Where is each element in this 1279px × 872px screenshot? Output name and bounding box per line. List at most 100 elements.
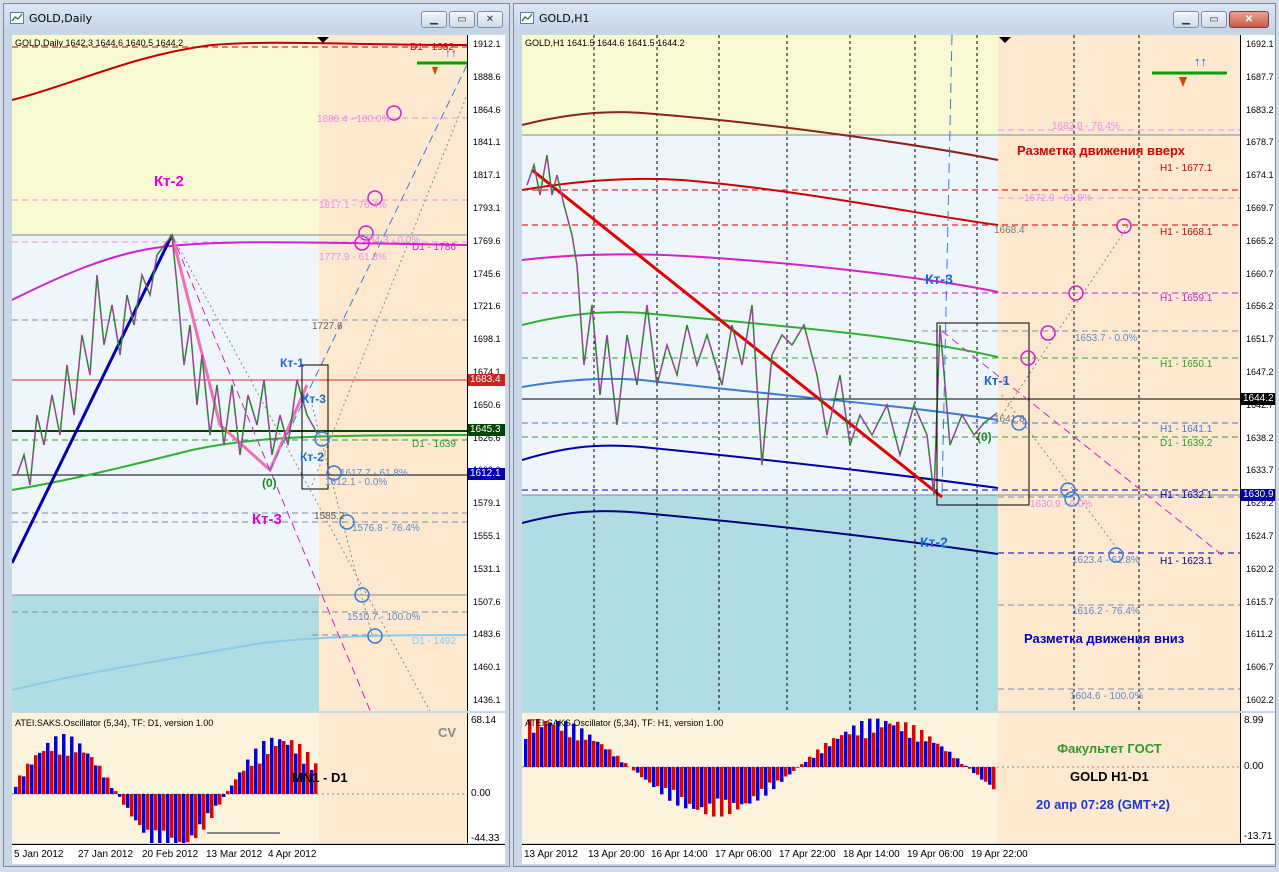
price-chart-h1[interactable]: ↑↑ GOLD,H1 1641.5 1644.6 1641.5 1644.2 1… [522,35,1240,711]
oscillator-bar [944,751,948,767]
oscillator-bar [760,767,764,789]
oscillator-bar [992,767,996,790]
fib-1777: 1777.9 - 61.8% [319,252,387,263]
oscillator-bar [972,767,976,774]
oscillator-bar [202,794,206,830]
oscillator-cv: CV [438,725,457,740]
oscillator-bar [70,736,74,794]
oscillator-bar [668,767,672,801]
oscillator-bar [928,736,932,767]
oscillator-bar [18,775,22,794]
oscillator-bar [258,763,262,794]
oscillator-bar [624,763,628,767]
oscillator-bar [126,794,130,808]
oscillator-bar [266,754,270,794]
oscillator-bar [784,767,788,777]
oscillator-bar [916,741,920,767]
oscillator-bar [114,791,118,794]
oscillator-bar [206,794,210,814]
chart-window-gold-daily[interactable]: GOLD,Daily ▁ ▭ ✕ ↑↑ GOLD,Daily 1642.3 16… [3,3,510,867]
price-tick: 1436.1 [473,695,501,705]
oscillator-bar [254,748,258,794]
oscillator-bar [708,767,712,804]
oscillator-axis-h1: 8.99 0.00 -13.71 [1240,713,1275,843]
oscillator-bar [50,750,54,794]
price-axis-daily[interactable]: 1912.1 1888.6 1864.6 1841.1 1817.1 1793.1 1769… [467,35,505,711]
oscillator-daily[interactable]: ATEI.SAKS.Oscillator (5,34), TF: D1, ver… [12,713,467,843]
oscillator-bar [552,725,556,767]
down-movement-title: Разметка движения вниз [1024,631,1185,646]
fib-1623: 1623.4 - 61.8% [1072,555,1140,566]
fib-1784: 1784.3 - 0.0% [358,235,421,246]
oscillator-bar [768,767,772,783]
fib-1880: 1880.4 - 100.0% [317,114,391,125]
oscillator-bar [66,755,70,794]
oscillator-bar [680,767,684,797]
oscillator-bar [844,731,848,767]
oscillator-bar [118,794,122,797]
oscillator-bar [82,752,86,794]
price-tag-1612: 1612.1 [468,468,505,480]
minimize-button[interactable]: ▁ [421,11,447,28]
window-title: GOLD,Daily [29,11,93,25]
oscillator-bar [684,767,688,809]
maximize-button[interactable]: ▭ [1201,11,1227,28]
minimize-button[interactable]: ▁ [1173,11,1199,28]
osc-tick-bottom: -13.71 [1244,831,1273,842]
mark-kt2: Кт-2 [154,173,184,190]
close-icon: ✕ [1244,13,1254,25]
price-tick: 1683.2 [1246,104,1274,115]
oscillator-bar [940,746,944,767]
date-tick: 16 Apr 14:00 [651,849,708,860]
close-button[interactable]: ✕ [1229,11,1269,28]
level-h1-1659: H1 - 1659.1 [1160,293,1213,304]
oscillator-bar [728,767,732,815]
level-d1-1492: D1 - 1492 [412,636,456,647]
oscillator-bar [696,767,700,810]
date-tick: 5 Jan 2012 [14,849,64,860]
oscillator-bar [676,767,680,806]
oscillator-bar [788,767,792,775]
oscillator-bar [836,738,840,767]
level-1641: 1641.8 [994,414,1025,425]
oscillator-h1[interactable]: ATEI.SAKS.Oscillator (5,34), TF: H1, ver… [522,713,1240,843]
oscillator-bar [648,767,652,783]
level-d1-1639: D1 - 1639 [412,439,456,450]
price-axis-h1[interactable]: 1692.1 1687.7 1683.2 1678.7 1674.1 1669.7 1665… [1240,35,1275,711]
oscillator-bar [908,737,912,767]
date-axis-h1: 13 Apr 2012 13 Apr 20:00 16 Apr 14:00 17… [522,844,1275,864]
oscillator-daily-canvas [12,713,467,843]
osc-tick-zero: 0.00 [1244,761,1264,772]
oscillator-bar [744,767,748,804]
maximize-icon: ▭ [457,13,467,25]
chart-window-gold-h1[interactable]: GOLD,H1 ▁ ▭ ✕ ↑↑ GOLD,H1 1641.5 1644.6 1… [513,3,1276,867]
date-tick: 13 Mar 2012 [206,849,263,860]
minimize-icon: ▁ [1182,13,1190,25]
oscillator-bar [234,779,238,794]
daily-chart-canvas: ↑↑ [12,35,467,711]
level-1585: 1585.2 [314,511,345,522]
price-tick: 1638.2 [1246,432,1274,443]
oscillator-bar [796,767,800,768]
close-button[interactable]: ✕ [477,11,503,28]
price-tick: 1665.2 [1246,235,1274,246]
price-chart-daily[interactable]: ↑↑ GOLD,Daily 1642.3 1644.6 1640.5 1644.… [12,35,467,711]
oscillator-bar [560,730,564,767]
oscillator-bar [960,763,964,767]
window-titlebar[interactable]: GOLD,Daily ▁ ▭ ✕ [4,4,509,32]
maximize-button[interactable]: ▭ [449,11,475,28]
oscillator-bar [142,794,146,833]
oscillator-bar [856,735,860,767]
oscillator-bar [780,767,784,782]
date-tick: 13 Apr 20:00 [588,849,645,860]
faculty-label: Факультет ГОСТ [1057,741,1162,756]
oscillator-bar [884,720,888,767]
oscillator-bar [130,794,134,817]
window-titlebar[interactable]: GOLD,H1 ▁ ▭ ✕ [514,4,1275,32]
mark-kt1: Кт-1 [984,373,1010,388]
oscillator-bar [932,742,936,767]
oscillator-bar [102,777,106,794]
date-tick: 17 Apr 22:00 [779,849,836,860]
date-tick: 18 Apr 14:00 [843,849,900,860]
oscillator-bar [608,749,612,767]
